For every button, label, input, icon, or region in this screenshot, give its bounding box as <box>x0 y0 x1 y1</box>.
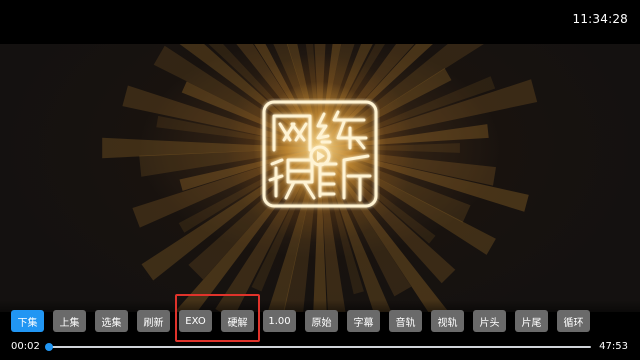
seek-bar[interactable] <box>45 343 591 351</box>
control-button-10[interactable]: 视轨 <box>431 310 464 332</box>
control-button-9[interactable]: 音轨 <box>389 310 422 332</box>
control-button-8[interactable]: 字幕 <box>347 310 380 332</box>
control-button-13[interactable]: 循环 <box>557 310 590 332</box>
control-button-12[interactable]: 片尾 <box>515 310 548 332</box>
status-clock: 11:34:28 <box>572 12 628 26</box>
control-button-7[interactable]: 原始 <box>305 310 338 332</box>
total-time: 47:53 <box>599 341 628 352</box>
control-button-2[interactable]: 选集 <box>95 310 128 332</box>
control-button-6[interactable]: 1.00 <box>263 310 296 332</box>
highlight-box <box>175 294 260 342</box>
control-button-11[interactable]: 片头 <box>473 310 506 332</box>
wangfei-shiting-seal-logo-icon <box>262 100 378 208</box>
control-button-3[interactable]: 刷新 <box>137 310 170 332</box>
current-time: 00:02 <box>11 341 40 352</box>
video-surface[interactable] <box>0 44 640 312</box>
control-button-0[interactable]: 下集 <box>11 310 44 332</box>
control-button-1[interactable]: 上集 <box>53 310 86 332</box>
